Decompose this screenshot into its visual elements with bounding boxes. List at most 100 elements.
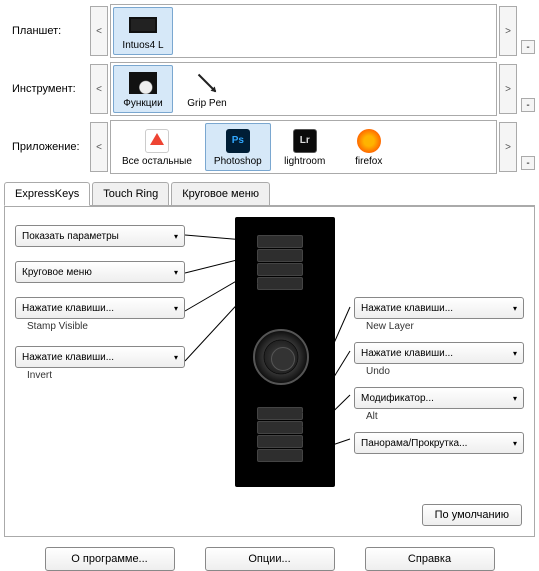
help-button[interactable]: Справка [365,547,495,571]
key-dropdown[interactable]: Нажатие клавиши... [15,297,185,319]
express-key[interactable] [257,235,303,248]
pen-icon [192,70,222,96]
default-button[interactable]: По умолчанию [422,504,522,526]
key-control: Нажатие клавиши... Stamp Visible [15,297,185,332]
tablet-strip: Intuos4 L [110,4,497,58]
button-label: Справка [408,553,451,565]
tool-row: Инструмент: < Функции Grip Pen > - [4,62,535,116]
button-label: О программе... [71,553,147,565]
dropdown-value: Панорама/Прокрутка... [361,438,467,449]
key-control: Нажатие клавиши... Undo [354,342,524,377]
tool-item-label: Функции [123,98,162,109]
key-dropdown[interactable]: Нажатие клавиши... [354,297,524,319]
tablet-label: Планшет: [4,25,90,37]
upper-key-block [257,235,303,291]
key-control: Круговое меню [15,261,185,283]
tab-panel: Показать параметры Круговое меню Нажатие… [4,205,535,537]
dropdown-value: Нажатие клавиши... [361,303,453,314]
key-dropdown[interactable]: Нажатие клавиши... [354,342,524,364]
tablet-scroll-right[interactable]: > [499,6,517,56]
functions-icon [128,70,158,96]
dropdown-value: Нажатие клавиши... [22,352,114,363]
app-row: Приложение: < Все остальные Ps Photoshop… [4,120,535,174]
dropdown-value: Нажатие клавиши... [22,303,114,314]
tablet-scroll-left[interactable]: < [90,6,108,56]
tab-expresskeys[interactable]: ExpressKeys [4,182,90,206]
app-item-label: Photoshop [214,156,262,167]
app-scroll-right[interactable]: > [499,122,517,172]
key-sublabel: Alt [366,411,524,422]
tablet-remove[interactable]: - [521,40,535,54]
button-label: Опции... [248,553,290,565]
app-item-lightroom[interactable]: Lr lightroom [275,123,335,171]
tool-strip: Функции Grip Pen [110,62,497,116]
tool-item-functions[interactable]: Функции [113,65,173,113]
selector-section: Планшет: < Intuos4 L > - Инструмент: < Ф… [4,4,535,174]
tab-radialmenu[interactable]: Круговое меню [171,182,270,205]
key-sublabel: Invert [27,370,185,381]
tab-label: Круговое меню [182,188,259,200]
express-key[interactable] [257,277,303,290]
key-sublabel: New Layer [366,321,524,332]
express-key[interactable] [257,435,303,448]
key-sublabel: Undo [366,366,524,377]
tab-bar: ExpressKeys Touch Ring Круговое меню [4,182,535,205]
key-control: Нажатие клавиши... Invert [15,346,185,381]
dropdown-value: Круговое меню [22,267,92,278]
key-control: Нажатие клавиши... New Layer [354,297,524,332]
app-item-label: firefox [355,156,382,167]
app-strip: Все остальные Ps Photoshop Lr lightroom … [110,120,497,174]
app-scroll-left[interactable]: < [90,122,108,172]
tool-item-label: Grip Pen [187,98,226,109]
key-dropdown[interactable]: Нажатие клавиши... [15,346,185,368]
tab-label: Touch Ring [103,188,158,200]
key-sublabel: Stamp Visible [27,321,185,332]
all-apps-icon [142,128,172,154]
lower-key-block [257,407,303,463]
expresskeys-content: Показать параметры Круговое меню Нажатие… [5,206,534,536]
express-key[interactable] [257,407,303,420]
lightroom-icon: Lr [290,128,320,154]
app-item-all[interactable]: Все остальные [113,123,201,171]
firefox-icon [354,128,384,154]
tablet-visualization [235,217,335,487]
tool-scroll-left[interactable]: < [90,64,108,114]
tablet-item-intuos4[interactable]: Intuos4 L [113,7,173,55]
photoshop-icon: Ps [223,128,253,154]
app-item-photoshop[interactable]: Ps Photoshop [205,123,271,171]
footer-buttons: О программе... Опции... Справка [4,547,535,571]
app-item-label: lightroom [284,156,325,167]
key-control: Показать параметры [15,225,185,247]
dropdown-value: Показать параметры [22,231,119,242]
about-button[interactable]: О программе... [45,547,175,571]
tablet-icon [128,12,158,38]
key-control: Модификатор... Alt [354,387,524,422]
tool-label: Инструмент: [4,83,90,95]
tab-label: ExpressKeys [15,188,79,200]
right-key-controls: Нажатие клавиши... New Layer Нажатие кла… [354,297,524,454]
key-dropdown[interactable]: Показать параметры [15,225,185,247]
button-label: По умолчанию [435,509,509,521]
key-dropdown[interactable]: Круговое меню [15,261,185,283]
key-dropdown[interactable]: Модификатор... [354,387,524,409]
tab-container: ExpressKeys Touch Ring Круговое меню [4,182,535,537]
left-key-controls: Показать параметры Круговое меню Нажатие… [15,225,185,381]
express-key[interactable] [257,421,303,434]
tab-touchring[interactable]: Touch Ring [92,182,169,205]
tablet-row: Планшет: < Intuos4 L > - [4,4,535,58]
express-key[interactable] [257,249,303,262]
app-remove[interactable]: - [521,156,535,170]
ring-button[interactable] [271,347,295,371]
options-button[interactable]: Опции... [205,547,335,571]
express-key[interactable] [257,263,303,276]
tool-item-grip-pen[interactable]: Grip Pen [177,65,237,113]
touch-ring[interactable] [253,329,309,385]
dropdown-value: Нажатие клавиши... [361,348,453,359]
app-label: Приложение: [4,141,90,153]
express-key[interactable] [257,449,303,462]
tool-remove[interactable]: - [521,98,535,112]
app-item-firefox[interactable]: firefox [339,123,399,171]
key-dropdown[interactable]: Панорама/Прокрутка... [354,432,524,454]
tool-scroll-right[interactable]: > [499,64,517,114]
dropdown-value: Модификатор... [361,393,434,404]
